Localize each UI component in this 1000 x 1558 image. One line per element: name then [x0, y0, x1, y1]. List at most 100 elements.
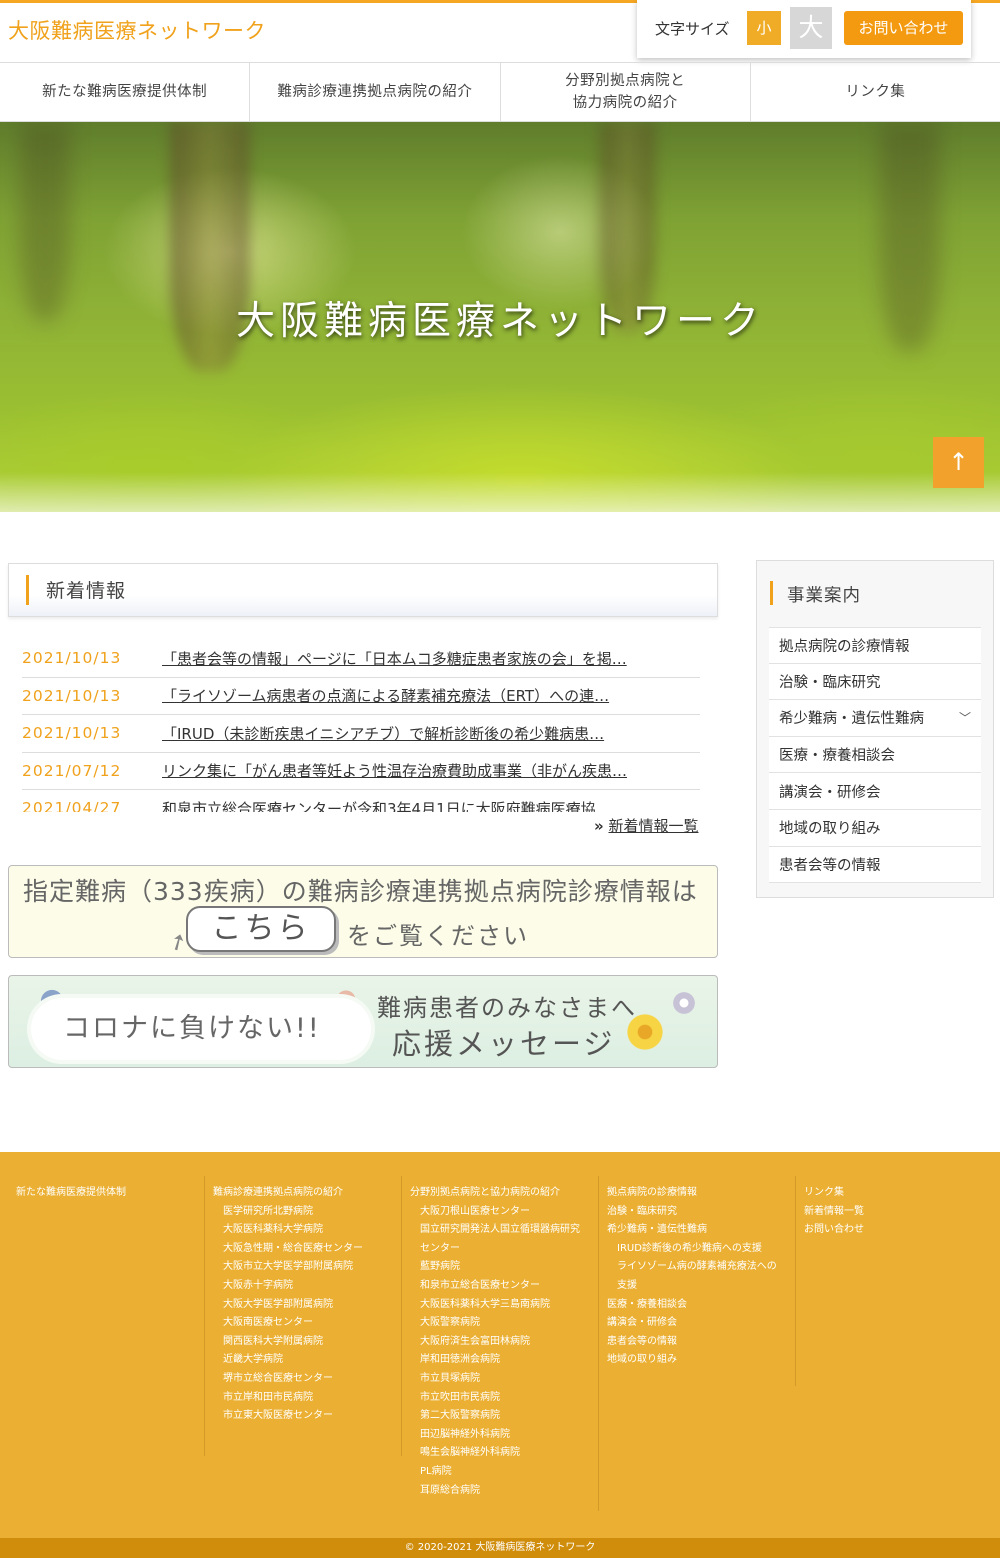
news-more-label: 新着情報一覧 [608, 817, 699, 835]
footer-link[interactable]: 大阪警察病院 [410, 1314, 595, 1333]
footer-link[interactable]: 藍野病院 [410, 1258, 595, 1277]
footer-link[interactable]: 第二大阪警察病院 [410, 1407, 595, 1426]
sidebar-item-clinical-info[interactable]: 拠点病院の診療情報 [769, 627, 981, 664]
news-item[interactable]: 2021/10/13 「ライソゾーム病患者の点滴による酵素補充療法（ERT）への… [22, 678, 700, 715]
footer-link[interactable]: 支援 [607, 1277, 792, 1296]
news-link[interactable]: 「患者会等の情報」ページに「日本ムコ多糖症患者家族の会」を掲… [162, 648, 700, 669]
hero-banner: 大阪難病医療ネットワーク [0, 122, 1000, 512]
scroll-top-button[interactable]: ↑ [933, 437, 984, 488]
footer-link[interactable]: 鳴生会脳神経外科病院 [410, 1444, 595, 1463]
news-date: 2021/10/13 [22, 686, 122, 705]
footer-link[interactable]: 大阪赤十字病院 [213, 1277, 398, 1296]
news-item[interactable]: 2021/04/27 和泉市立総合医療センターが令和3年4月1日に大阪府難病医療… [22, 790, 700, 812]
font-size-panel: 文字サイズ 小 大 お問い合わせ [637, 0, 971, 58]
sidebar-item-label: 患者会等の情報 [779, 857, 881, 874]
nav-links[interactable]: リンク集 [751, 63, 1000, 121]
footer-link[interactable]: 医学研究所北野病院 [213, 1203, 398, 1222]
news-link[interactable]: 「ライソゾーム病患者の点滴による酵素補充療法（ERT）への連… [162, 685, 700, 706]
sidebar-item-label: 講演会・研修会 [779, 784, 881, 801]
footer-link[interactable]: 講演会・研修会 [607, 1314, 792, 1333]
sidebar-item-label: 希少難病・遺伝性難病 [779, 711, 924, 728]
news-more-prefix: » [594, 817, 604, 835]
sidebar-item-trials[interactable]: 治験・臨床研究 [769, 664, 981, 701]
footer-link[interactable]: 市立貝塚病院 [410, 1370, 595, 1389]
footer-link[interactable]: 耳原総合病院 [410, 1482, 595, 1501]
sidebar-item-label: 地域の取り組み [779, 821, 881, 838]
footer-link[interactable]: 近畿大学病院 [213, 1351, 398, 1370]
sidebar-item-patient-groups[interactable]: 患者会等の情報 [769, 847, 981, 884]
news-item[interactable]: 2021/10/13 「患者会等の情報」ページに「日本ムコ多糖症患者家族の会」を… [22, 640, 700, 678]
footer-link[interactable]: 和泉市立総合医療センター [410, 1277, 595, 1296]
footer-link[interactable]: 堺市立総合医療センター [213, 1370, 398, 1389]
footer-link[interactable]: 岸和田徳洲会病院 [410, 1351, 595, 1370]
footer-link[interactable]: 大阪府済生会富田林病院 [410, 1333, 595, 1352]
footer-link[interactable]: 大阪刀根山医療センター [410, 1203, 595, 1222]
footer-link[interactable]: センター [410, 1240, 595, 1259]
font-large-button[interactable]: 大 [790, 7, 832, 49]
sidebar-item-regional[interactable]: 地域の取り組み [769, 810, 981, 847]
footer-link[interactable]: 大阪急性期・総合医療センター [213, 1240, 398, 1259]
news-title: 新着情報 [46, 580, 127, 602]
footer-link[interactable]: 難病診療連携拠点病院の紹介 [213, 1184, 398, 1203]
designated-disease-banner[interactable]: 指定難病（333疾病）の難病診療連携拠点病院診療情報は ➚ こちら をご覧くださ… [8, 865, 718, 958]
footer-link[interactable]: 大阪医科薬科大学病院 [213, 1221, 398, 1240]
footer-link[interactable]: 分野別拠点病院と協力病院の紹介 [410, 1184, 595, 1203]
footer-link[interactable]: 希少難病・遺伝性難病 [607, 1221, 792, 1240]
footer-col-5: リンク集 新着情報一覧 お問い合わせ [804, 1184, 989, 1240]
footer-divider [401, 1176, 402, 1456]
footer-link[interactable]: 新着情報一覧 [804, 1203, 989, 1222]
nav-core-hospitals[interactable]: 難病診療連携拠点病院の紹介 [250, 63, 501, 121]
footer-link[interactable]: 治験・臨床研究 [607, 1203, 792, 1222]
banner1-here-button[interactable]: こちら [186, 906, 336, 952]
footer-link[interactable]: 大阪大学医学部附属病院 [213, 1296, 398, 1315]
footer-link[interactable]: 拠点病院の診療情報 [607, 1184, 792, 1203]
chevron-down-icon[interactable]: ﹀ [959, 709, 971, 726]
footer-link[interactable]: 医療・療養相談会 [607, 1296, 792, 1315]
site-logo[interactable]: 大阪難病医療ネットワーク [8, 15, 266, 45]
footer-link[interactable]: 地域の取り組み [607, 1351, 792, 1370]
footer-link[interactable]: 市立吹田市民病院 [410, 1389, 595, 1408]
nav-label: リンク集 [845, 84, 906, 100]
footer-link[interactable]: 大阪市立大学医学部附属病院 [213, 1258, 398, 1277]
nav-field-hospitals[interactable]: 分野別拠点病院と 協力病院の紹介 [501, 63, 751, 121]
sidebar-item-label: 治験・臨床研究 [779, 674, 881, 691]
banner2-text-right-bottom: 応援メッセージ [392, 1027, 616, 1061]
sidebar-item-rare-disease[interactable]: 希少難病・遺伝性難病 ﹀ [769, 700, 981, 737]
font-size-label: 文字サイズ [655, 20, 730, 38]
footer-link[interactable]: 大阪医科薬科大学三島南病院 [410, 1296, 595, 1315]
nav-label: 新たな難病医療提供体制 [42, 84, 208, 100]
news-item[interactable]: 2021/10/13 「IRUD（未診断疾患イニシアチブ）で解析診断後の希少難病… [22, 715, 700, 753]
footer-link[interactable]: ライソゾーム病の酵素補充療法への [607, 1258, 792, 1277]
news-date: 2021/07/12 [22, 761, 122, 780]
footer-link[interactable]: 市立東大阪医療センター [213, 1407, 398, 1426]
news-accent-bar [26, 575, 29, 605]
sidebar-menu: 拠点病院の診療情報 治験・臨床研究 希少難病・遺伝性難病 ﹀ 医療・療養相談会 講… [769, 627, 981, 884]
banner2-text-left: コロナに負けない!! [63, 1013, 321, 1044]
footer-link[interactable]: IRUD診断後の希少難病への支援 [607, 1240, 792, 1259]
contact-button[interactable]: お問い合わせ [844, 11, 963, 45]
sidebar-item-consultation[interactable]: 医療・療養相談会 [769, 737, 981, 774]
nav-new-system[interactable]: 新たな難病医療提供体制 [0, 63, 251, 121]
footer-link[interactable]: リンク集 [804, 1184, 989, 1203]
sidebar-item-lectures[interactable]: 講演会・研修会 [769, 773, 981, 810]
footer-link[interactable]: 新たな難病医療提供体制 [16, 1184, 196, 1203]
news-item[interactable]: 2021/07/12 リンク集に「がん患者等妊よう性温存治療費助成事業（非がん疾… [22, 753, 700, 790]
news-link[interactable]: 「IRUD（未診断疾患イニシアチブ）で解析診断後の希少難病患… [162, 723, 700, 744]
news-link[interactable]: リンク集に「がん患者等妊よう性温存治療費助成事業（非がん疾患… [162, 760, 700, 781]
footer-link[interactable]: 関西医科大学附属病院 [213, 1333, 398, 1352]
support-message-banner[interactable]: コロナに負けない!! 難病患者のみなさまへ 応援メッセージ [8, 975, 718, 1068]
footer-link[interactable]: PL病院 [410, 1463, 595, 1482]
nav-label: 難病診療連携拠点病院の紹介 [277, 84, 473, 100]
footer-link[interactable]: 国立研究開発法人国立循環器病研究 [410, 1221, 595, 1240]
footer-link[interactable]: お問い合わせ [804, 1221, 989, 1240]
font-small-button[interactable]: 小 [747, 11, 781, 45]
hero-shade [0, 472, 1000, 512]
news-link[interactable]: 和泉市立総合医療センターが令和3年4月1日に大阪府難病医療協 [162, 798, 700, 812]
footer-link[interactable]: 市立岸和田市民病院 [213, 1389, 398, 1408]
footer-link[interactable]: 田辺脳神経外科病院 [410, 1426, 595, 1445]
news-list[interactable]: 2021/10/13 「患者会等の情報」ページに「日本ムコ多糖症患者家族の会」を… [22, 640, 700, 812]
footer-divider [795, 1176, 796, 1386]
footer-link[interactable]: 患者会等の情報 [607, 1333, 792, 1352]
news-more-link[interactable]: » 新着情報一覧 [594, 815, 699, 836]
footer-link[interactable]: 大阪南医療センター [213, 1314, 398, 1333]
